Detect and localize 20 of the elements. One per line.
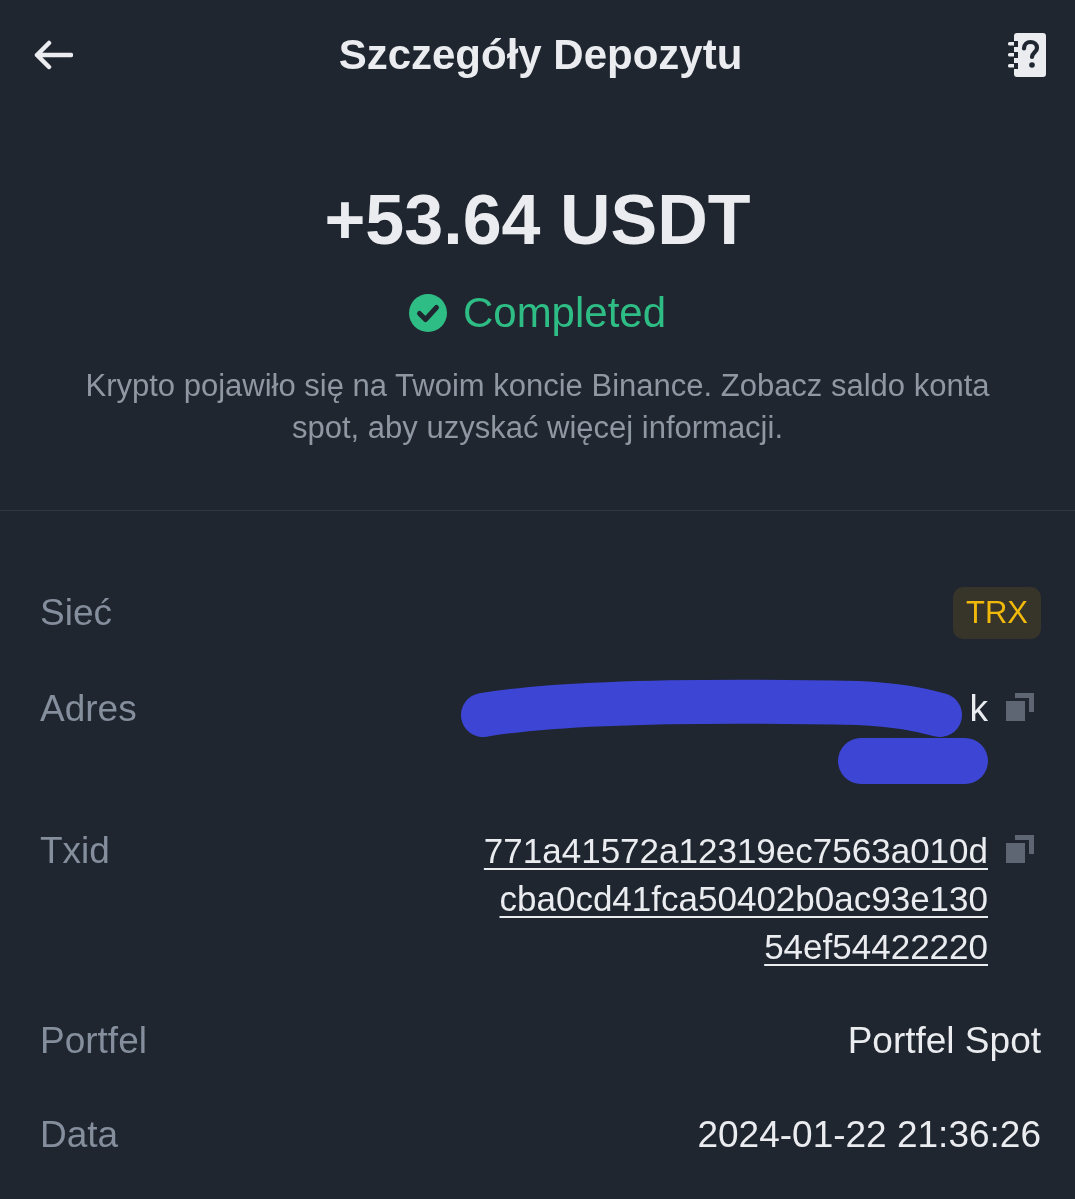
detail-label: Data	[40, 1113, 119, 1157]
address-text: k	[968, 687, 988, 731]
help-document-icon	[1008, 33, 1046, 77]
detail-label: Txid	[40, 829, 110, 873]
status-label: Completed	[462, 288, 667, 338]
back-button[interactable]	[33, 40, 73, 70]
page-title: Szczegóły Depozytu	[338, 29, 743, 80]
deposit-amount: +53.64 USDT	[324, 180, 751, 261]
network-tag: TRX	[953, 587, 1041, 639]
copy-icon[interactable]	[1006, 693, 1034, 721]
detail-value: Portfel Spot	[847, 1019, 1041, 1063]
txid-link[interactable]: 771a41572a12319ec7563a010dcba0cd41fca50402b0ac93e13054ef54422220	[482, 827, 988, 971]
help-button[interactable]	[1008, 33, 1046, 77]
info-text: Krypto pojawiło się na Twoim koncie Binance. Zobacz saldo konta spot, aby uzyskać więcej informacji.	[84, 367, 991, 447]
detail-label: Adres	[40, 687, 137, 731]
detail-label: Sieć	[40, 591, 112, 635]
detail-label: Portfel	[40, 1019, 147, 1063]
copy-icon[interactable]	[1006, 835, 1034, 863]
back-arrow-icon	[33, 40, 73, 70]
detail-value: 2024-01-22 21:36:26	[697, 1113, 1041, 1157]
